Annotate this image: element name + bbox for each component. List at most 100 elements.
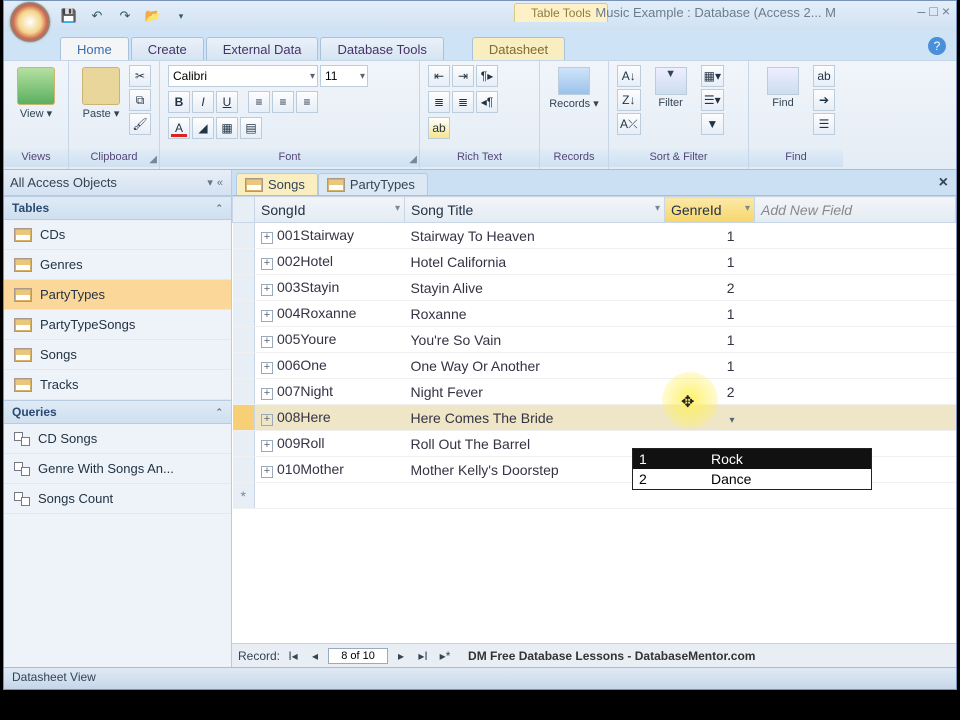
cell-genreid[interactable]: 1 (665, 249, 755, 275)
navpane-item-partytypesongs[interactable]: PartyTypeSongs (4, 310, 231, 340)
expand-icon[interactable]: + (261, 310, 273, 322)
object-tab-partytypes[interactable]: PartyTypes (318, 173, 428, 195)
cell-genreid[interactable]: 1 (665, 223, 755, 249)
expand-icon[interactable]: + (261, 258, 273, 270)
records-button[interactable]: Records ▾ (548, 65, 600, 110)
cell-genreid[interactable]: 2 (665, 379, 755, 405)
sort-desc-button[interactable]: Z↓ (617, 89, 641, 111)
select-all-cell[interactable] (233, 197, 255, 223)
align-center-button[interactable]: ≡ (272, 91, 294, 113)
navpane-item-tracks[interactable]: Tracks (4, 370, 231, 400)
row-selector[interactable] (233, 275, 255, 301)
cell-genreid[interactable]: 2 (665, 275, 755, 301)
qat-more-icon[interactable]: ▾ (170, 5, 192, 27)
cell-songid[interactable]: +006One (255, 353, 405, 379)
bullets-button[interactable]: ≣ (428, 91, 450, 113)
navpane-item-genrewithsongs[interactable]: Genre With Songs An... (4, 454, 231, 484)
copy-button[interactable]: ⧉ (129, 89, 151, 111)
cell-songid[interactable]: +004Roxanne (255, 301, 405, 327)
expand-icon[interactable]: + (261, 440, 273, 452)
undo-icon[interactable]: ↶ (86, 5, 108, 27)
cell-songtitle[interactable]: Roxanne (405, 301, 665, 327)
genre-lookup-dropdown[interactable]: 1Rock 2Dance (632, 448, 872, 490)
table-row[interactable]: +001StairwayStairway To Heaven1 (233, 223, 956, 249)
expand-icon[interactable]: + (261, 414, 273, 426)
column-header-songtitle[interactable]: Song Title▾ (405, 197, 665, 223)
format-painter-button[interactable]: 🖌 (129, 113, 151, 135)
sort-asc-button[interactable]: A↓ (617, 65, 641, 87)
font-name-combo[interactable]: Calibri (168, 65, 318, 87)
row-selector[interactable] (233, 249, 255, 275)
expand-icon[interactable]: + (261, 284, 273, 296)
cell-songid[interactable]: +008Here (255, 405, 405, 431)
navpane-item-songscount[interactable]: Songs Count (4, 484, 231, 514)
cell-songid[interactable]: +001Stairway (255, 223, 405, 249)
table-row[interactable]: +008HereHere Comes The Bride ▾ (233, 405, 956, 431)
cell-songid[interactable]: +007Night (255, 379, 405, 405)
row-selector[interactable] (233, 431, 255, 457)
dropdown-option-dance[interactable]: 2Dance (633, 469, 871, 489)
increase-indent-button[interactable]: ⇥ (452, 65, 474, 87)
navpane-item-songs[interactable]: Songs (4, 340, 231, 370)
prev-record-button[interactable]: ◂ (306, 649, 324, 663)
numbering-button[interactable]: ≣ (452, 91, 474, 113)
table-row[interactable]: +005YoureYou're So Vain1 (233, 327, 956, 353)
cell-songtitle[interactable]: Stayin Alive (405, 275, 665, 301)
expand-icon[interactable]: + (261, 232, 273, 244)
cell-songid[interactable]: +010Mother (255, 457, 405, 483)
expand-icon[interactable]: + (261, 388, 273, 400)
row-selector[interactable] (233, 379, 255, 405)
view-button[interactable]: View ▾ (12, 65, 60, 120)
navpane-item-partytypes[interactable]: PartyTypes (4, 280, 231, 310)
selection-filter-button[interactable]: ▦▾ (701, 65, 724, 87)
tab-datasheet[interactable]: Datasheet (472, 37, 565, 60)
underline-button[interactable]: U (216, 91, 238, 113)
next-record-button[interactable]: ▸ (392, 649, 410, 663)
rtl-button[interactable]: ◂¶ (476, 91, 498, 113)
record-position-input[interactable] (328, 648, 388, 664)
chevron-down-icon[interactable]: ▾ (205, 176, 215, 189)
column-header-songid[interactable]: SongId▾ (255, 197, 405, 223)
cell-songid[interactable]: +003Stayin (255, 275, 405, 301)
clear-sort-button[interactable]: A⤫ (617, 113, 641, 135)
highlight-button[interactable]: ab (428, 117, 450, 139)
new-record-button[interactable]: ▸* (436, 649, 454, 663)
dropdown-option-rock[interactable]: 1Rock (633, 449, 871, 469)
table-row[interactable]: +003StayinStayin Alive2 (233, 275, 956, 301)
redo-icon[interactable]: ↷ (114, 5, 136, 27)
expand-icon[interactable]: + (261, 362, 273, 374)
table-row[interactable]: +007NightNight Fever2 (233, 379, 956, 405)
row-selector[interactable] (233, 223, 255, 249)
help-icon[interactable]: ? (928, 37, 946, 55)
gridlines-button[interactable]: ▦ (216, 117, 238, 139)
cell-songtitle[interactable]: Hotel California (405, 249, 665, 275)
cell-songtitle[interactable]: Roll Out The Barrel (405, 431, 665, 457)
open-icon[interactable]: 📂 (142, 5, 164, 27)
table-row[interactable]: +004RoxanneRoxanne1 (233, 301, 956, 327)
cell-genreid[interactable]: 1 (665, 327, 755, 353)
row-selector[interactable] (233, 457, 255, 483)
close-tab-icon[interactable]: × (939, 174, 948, 192)
cell-songtitle[interactable]: Here Comes The Bride (405, 405, 665, 431)
ltr-button[interactable]: ¶▸ (476, 65, 498, 87)
navpane-item-cds[interactable]: CDs (4, 220, 231, 250)
italic-button[interactable]: I (192, 91, 214, 113)
minimize-button[interactable]: – (918, 3, 926, 19)
last-record-button[interactable]: ▸I (414, 649, 432, 663)
table-row[interactable]: +002HotelHotel California1 (233, 249, 956, 275)
tab-database-tools[interactable]: Database Tools (320, 37, 443, 60)
cell-songid[interactable]: +002Hotel (255, 249, 405, 275)
cell-songid[interactable]: +009Roll (255, 431, 405, 457)
row-selector[interactable] (233, 301, 255, 327)
new-record-selector[interactable]: * (233, 483, 255, 509)
replace-button[interactable]: ab (813, 65, 835, 87)
cell-songtitle[interactable]: You're So Vain (405, 327, 665, 353)
datasheet[interactable]: SongId▾ Song Title▾ GenreId▾ Add New Fie… (232, 196, 956, 643)
dialog-launcher-icon[interactable]: ◢ (149, 154, 157, 165)
dialog-launcher-icon[interactable]: ◢ (409, 154, 417, 165)
goto-button[interactable]: ➔ (813, 89, 835, 111)
navpane-header[interactable]: All Access Objects▾« (4, 170, 231, 196)
expand-icon[interactable]: + (261, 336, 273, 348)
close-button[interactable]: × (942, 3, 950, 19)
toggle-filter-button[interactable]: ▼ (701, 113, 724, 135)
